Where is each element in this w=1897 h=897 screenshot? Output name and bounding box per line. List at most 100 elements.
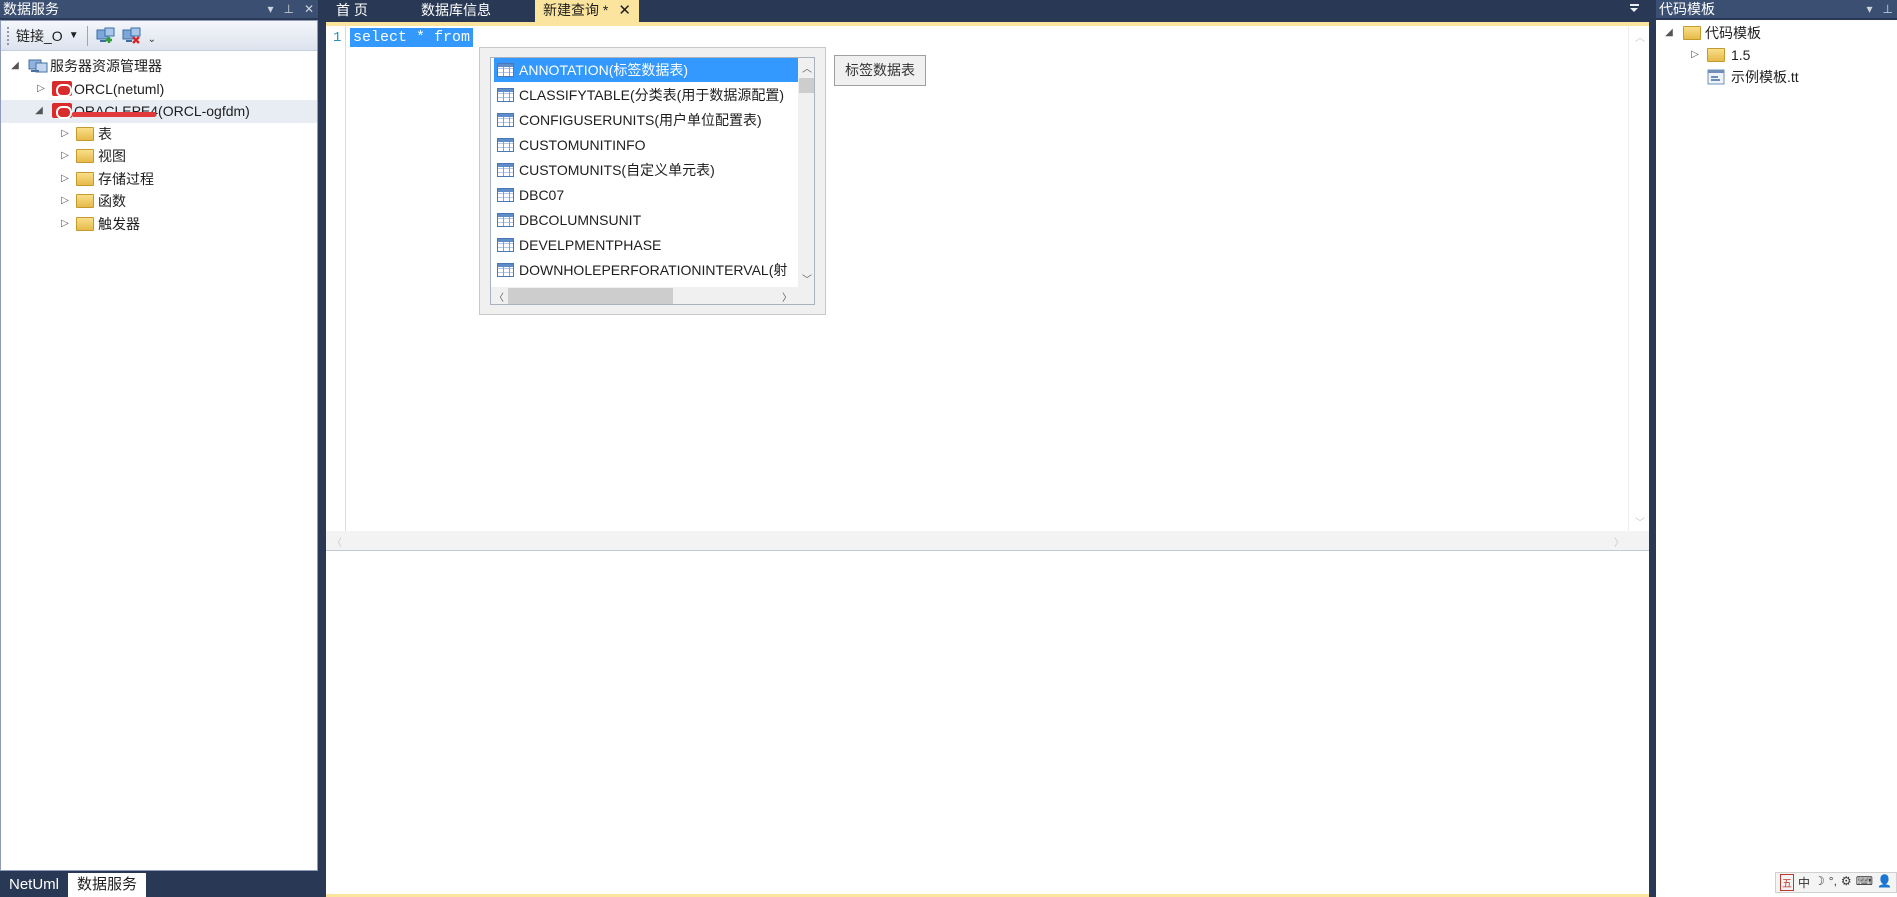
scroll-down-icon[interactable]: ﹀: [802, 271, 812, 286]
tree-node-code-template[interactable]: ◢ 代码模板: [1656, 22, 1897, 45]
ime-settings-icon[interactable]: ⚙: [1841, 874, 1852, 891]
expand-triangle-icon[interactable]: ▷: [59, 213, 71, 235]
table-icon: [497, 137, 514, 152]
tree-node-triggers[interactable]: ▷ 触发器: [1, 213, 317, 236]
table-icon: [497, 162, 514, 177]
table-icon: [497, 212, 514, 227]
tree-label: 函数: [98, 193, 126, 209]
ime-halfwidth-icon[interactable]: ☽: [1814, 874, 1825, 891]
template-file-icon: [1707, 69, 1727, 85]
code-template-panel: 代码模板 ▾ ⊥ ◢ 代码模板 ▷ 1.5 示例模板.tt 五 中 ☽ °, ⚙…: [1656, 0, 1897, 897]
autocomplete-popup: ANNOTATION(标签数据表) CLASSIFYTABLE(分类表(用于数据…: [479, 47, 826, 315]
tree-node-template-file[interactable]: 示例模板.tt: [1656, 66, 1897, 89]
ime-mode-icon[interactable]: 五: [1780, 874, 1794, 891]
autocomplete-item[interactable]: ANNOTATION(标签数据表): [494, 58, 798, 82]
collapse-triangle-icon[interactable]: ◢: [1663, 22, 1675, 44]
table-icon: [497, 187, 514, 202]
expand-triangle-icon[interactable]: ▷: [59, 145, 71, 167]
tree-node-connection[interactable]: ◢ ORACLEPE4(ORCL-ogfdm): [1, 100, 317, 123]
tree-node-views[interactable]: ▷ 视图: [1, 145, 317, 168]
tab-label: 新建查询 *: [543, 2, 609, 18]
item-label: DEVELPMENTPHASE: [519, 237, 662, 253]
scroll-up-icon[interactable]: ︿: [802, 60, 812, 75]
autocomplete-item[interactable]: DBCOLUMNSUNIT: [494, 208, 798, 232]
toolbar-grip[interactable]: [7, 26, 10, 45]
connection-dropdown[interactable]: 链接_O ▼: [16, 26, 79, 46]
autocomplete-item[interactable]: DEVELPMENTPHASE: [494, 233, 798, 257]
ime-language-icon[interactable]: 中: [1798, 874, 1810, 891]
expand-triangle-icon[interactable]: ▷: [59, 168, 71, 190]
add-connection-icon[interactable]: [96, 27, 116, 45]
table-icon: [497, 112, 514, 127]
document-tabs: 首 页 数据库信息 新建查询 * ✕: [328, 0, 1651, 22]
panel-menu-icon[interactable]: ▾: [1867, 0, 1873, 18]
expand-triangle-icon[interactable]: ▷: [35, 78, 47, 100]
tab-list-menu-icon[interactable]: [1628, 2, 1640, 14]
autocomplete-item[interactable]: CONFIGUSERUNITS(用户单位配置表): [494, 108, 798, 132]
remove-connection-icon[interactable]: [122, 27, 142, 45]
autocomplete-item[interactable]: CLASSIFYTABLE(分类表(用于数据源配置): [494, 83, 798, 107]
tab-home[interactable]: 首 页: [328, 0, 376, 22]
pin-icon[interactable]: ⊥: [283, 0, 293, 18]
editor-vertical-scrollbar[interactable]: ︿ ﹀: [1628, 26, 1649, 531]
close-tab-icon[interactable]: ✕: [618, 2, 631, 19]
folder-icon: [76, 216, 96, 232]
redacted-connection-name: ORACLEPE4: [74, 103, 159, 119]
code-template-body: ◢ 代码模板 ▷ 1.5 示例模板.tt 五 中 ☽ °, ⚙ ⌨ 👤: [1656, 20, 1897, 897]
scroll-up-icon[interactable]: ︿: [1635, 29, 1645, 44]
tree-node-server-explorer[interactable]: ◢ 服务器资源管理器: [1, 55, 317, 78]
panel-title-bar: 数据服务 ▾ ⊥ ✕: [0, 0, 318, 18]
tree-label: 触发器: [98, 215, 140, 232]
tree-node-procedures[interactable]: ▷ 存储过程: [1, 168, 317, 191]
autocomplete-item[interactable]: DOWNHOLEPERFORATIONINTERVAL(射: [494, 258, 798, 282]
ime-user-icon[interactable]: 👤: [1877, 874, 1892, 891]
ime-keyboard-icon[interactable]: ⌨: [1856, 874, 1873, 891]
tab-netuml[interactable]: NetUml: [0, 873, 68, 897]
scroll-left-icon[interactable]: 〈: [332, 534, 342, 549]
collapse-triangle-icon[interactable]: ◢: [33, 100, 45, 122]
autocomplete-list[interactable]: ANNOTATION(标签数据表) CLASSIFYTABLE(分类表(用于数据…: [490, 57, 815, 305]
expand-triangle-icon[interactable]: ▷: [59, 190, 71, 212]
oracle-icon: [52, 80, 72, 97]
scroll-right-icon[interactable]: 〉: [1614, 534, 1624, 549]
tab-data-service[interactable]: 数据服务: [68, 873, 147, 897]
tree-node-connection[interactable]: ▷ ORCL(netuml): [1, 78, 317, 101]
tree-node-folder[interactable]: ▷ 1.5: [1656, 44, 1897, 67]
panel-menu-icon[interactable]: ▾: [267, 0, 273, 18]
table-icon: [497, 87, 514, 102]
item-label: ANNOTATION(标签数据表): [519, 62, 689, 78]
toolbar-overflow-icon[interactable]: ⌄: [148, 34, 156, 45]
tab-new-query[interactable]: 新建查询 * ✕: [535, 0, 639, 22]
query-results-pane[interactable]: [326, 550, 1649, 897]
editor-horizontal-scrollbar[interactable]: 〈 〉: [326, 531, 1649, 551]
collapse-triangle-icon[interactable]: ◢: [9, 55, 21, 77]
code-line[interactable]: select * from: [350, 28, 474, 47]
tab-database-info[interactable]: 数据库信息: [413, 0, 499, 22]
autocomplete-vertical-scrollbar[interactable]: ︿ ﹀: [798, 58, 814, 287]
panel-title: 代码模板: [1659, 1, 1715, 17]
autocomplete-item[interactable]: CUSTOMUNITS(自定义单元表): [494, 158, 798, 182]
tree-node-tables[interactable]: ▷ 表: [1, 123, 317, 146]
expand-triangle-icon[interactable]: ▷: [59, 123, 71, 145]
scroll-down-icon[interactable]: ﹀: [1635, 514, 1645, 529]
scrollbar-thumb[interactable]: [799, 78, 814, 93]
input-method-tray[interactable]: 五 中 ☽ °, ⚙ ⌨ 👤: [1775, 872, 1897, 893]
scroll-left-icon[interactable]: 〈: [494, 289, 504, 304]
panel-title-bar: 代码模板 ▾ ⊥: [1656, 0, 1897, 18]
server-explorer-icon: [28, 58, 48, 74]
tree-label: 示例模板.tt: [1731, 69, 1799, 85]
expand-triangle-icon[interactable]: ▷: [1689, 44, 1701, 66]
folder-icon: [76, 126, 96, 142]
close-icon[interactable]: ✕: [304, 0, 314, 18]
autocomplete-item[interactable]: CUSTOMUNITINFO: [494, 133, 798, 157]
tree-node-functions[interactable]: ▷ 函数: [1, 190, 317, 213]
ime-punctuation-icon[interactable]: °,: [1829, 874, 1837, 891]
data-service-panel: 数据服务 ▾ ⊥ ✕ 链接_O ▼ ⌄ ◢ 服务器资源管理器 ▷ ORCL(ne…: [0, 0, 318, 897]
autocomplete-horizontal-scrollbar[interactable]: 〈 〉: [491, 287, 814, 304]
pin-icon[interactable]: ⊥: [1883, 0, 1893, 18]
scrollbar-thumb[interactable]: [508, 288, 673, 304]
scroll-right-icon[interactable]: 〉: [782, 289, 792, 304]
autocomplete-item[interactable]: DBC07: [494, 183, 798, 207]
item-label: DBCOLUMNSUNIT: [519, 212, 642, 228]
item-label: CLASSIFYTABLE(分类表(用于数据源配置): [519, 87, 784, 103]
